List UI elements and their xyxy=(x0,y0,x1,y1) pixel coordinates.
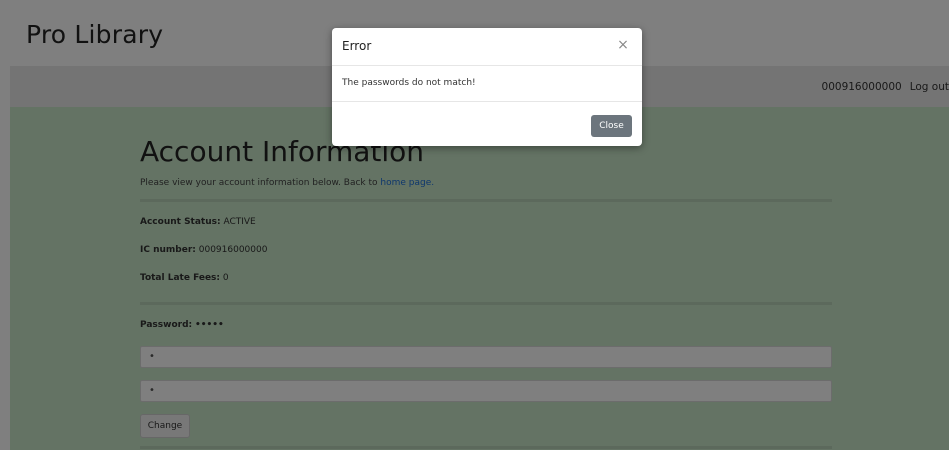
screenshot-frame: Pro Library 000916000000 Log out Account… xyxy=(0,0,949,450)
modal-header: Error × xyxy=(332,28,642,66)
close-icon[interactable]: × xyxy=(616,37,630,53)
close-button[interactable]: Close xyxy=(591,115,632,137)
modal-title: Error xyxy=(342,39,372,53)
modal-message: The passwords do not match! xyxy=(342,78,476,88)
modal-footer: Close xyxy=(332,101,642,146)
error-modal: Error × The passwords do not match! Clos… xyxy=(332,28,642,146)
